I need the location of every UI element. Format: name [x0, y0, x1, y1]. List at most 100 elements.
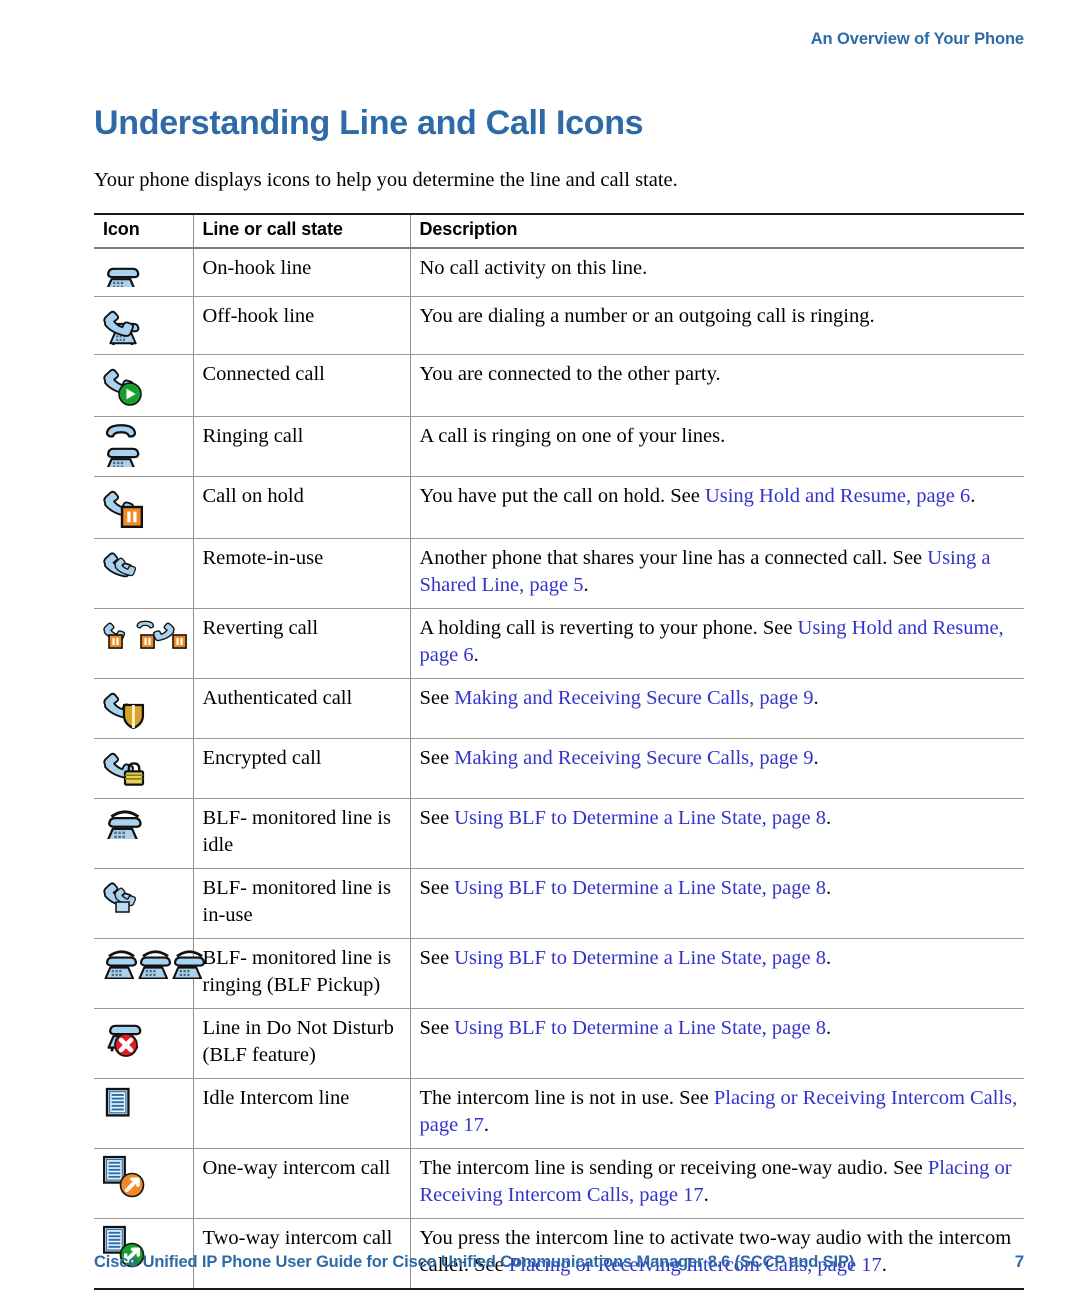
description-text: A holding call is reverting to your phon…	[419, 617, 798, 639]
description-cell: You are connected to the other party.	[410, 354, 1024, 417]
description-text: See	[419, 947, 455, 969]
description-text: .	[826, 807, 832, 829]
column-header-state: Line or call state	[193, 213, 411, 249]
do-not-disturb-line-icon	[103, 1015, 147, 1059]
cross-reference-link[interactable]: Using BLF to Determine a Line State, pag…	[454, 947, 826, 969]
icon-cell	[94, 296, 194, 355]
table-row: Connected call You are connected to the o…	[94, 354, 1024, 417]
blf-in-use-line-icon	[103, 875, 147, 917]
table-row: BLF- monitored line is in-use See Using B…	[94, 868, 1024, 939]
description-cell: See Using BLF to Determine a Line State,…	[410, 938, 1024, 1009]
table-row: Idle Intercom line The intercom line is n…	[94, 1078, 1024, 1149]
table-row: Encrypted call See Making and Receiving S…	[94, 738, 1024, 799]
description-text: See	[419, 687, 455, 709]
icon-cell	[94, 798, 194, 869]
page-title: Understanding Line and Call Icons	[94, 104, 644, 142]
line-or-call-state-cell: Authenticated call	[193, 678, 411, 739]
line-or-call-state-cell: BLF- monitored line is ringing (BLF Pick…	[193, 938, 411, 1009]
line-or-call-state-cell: Reverting call	[193, 608, 411, 679]
icon-cell	[94, 476, 194, 539]
table-row: BLF- monitored line is ringing (BLF Pick…	[94, 938, 1024, 1009]
table-row: Remote-in-use Another phone that shares y…	[94, 538, 1024, 609]
icon-cell	[94, 354, 194, 417]
description-cell: Another phone that shares your line has …	[410, 538, 1024, 609]
one-way-intercom-call-icon	[102, 1155, 147, 1199]
description-cell: You have put the call on hold. See Using…	[410, 476, 1024, 539]
line-or-call-state-cell: BLF- monitored line is idle	[193, 798, 411, 869]
description-text: .	[813, 747, 819, 769]
description-cell: No call activity on this line.	[410, 248, 1024, 297]
description-text: .	[813, 687, 819, 709]
line-or-call-state-cell: Call on hold	[193, 476, 411, 539]
table-row: Reverting call A holding call is revertin…	[94, 608, 1024, 679]
table-body: On-hook line No call activity on this lin…	[94, 248, 1024, 1290]
icon-cell	[94, 868, 194, 939]
description-text: .	[826, 1017, 832, 1039]
table-row: Call on hold You have put the call on hol…	[94, 476, 1024, 539]
icon-cell	[94, 1148, 194, 1219]
description-text: The intercom line is sending or receivin…	[419, 1157, 928, 1179]
line-or-call-state-cell: Idle Intercom line	[193, 1078, 411, 1149]
blf-ringing-line-icon	[103, 945, 209, 982]
line-or-call-state-cell: Ringing call	[193, 416, 411, 477]
description-cell: See Using BLF to Determine a Line State,…	[410, 1008, 1024, 1079]
on-hook-line-icon	[103, 255, 143, 295]
table-header-row: Icon Line or call state Description	[94, 213, 1024, 249]
icon-cell	[94, 248, 194, 297]
cross-reference-link[interactable]: Using BLF to Determine a Line State, pag…	[454, 1017, 826, 1039]
description-text: Another phone that shares your line has …	[419, 547, 928, 569]
encrypted-call-icon	[103, 745, 149, 789]
intro-paragraph: Your phone displays icons to help you de…	[94, 169, 678, 191]
line-or-call-state-cell: Remote-in-use	[193, 538, 411, 609]
description-cell: A call is ringing on one of your lines.	[410, 416, 1024, 477]
line-or-call-state-cell: Off-hook line	[193, 296, 411, 355]
page-footer: Cisco Unified IP Phone User Guide for Ci…	[94, 1252, 1024, 1272]
cross-reference-link[interactable]: Making and Receiving Secure Calls, page …	[454, 687, 813, 709]
description-text: .	[473, 644, 479, 666]
description-text: .	[826, 947, 832, 969]
description-text: No call activity on this line.	[419, 257, 648, 279]
description-cell: The intercom line is sending or receivin…	[410, 1148, 1024, 1219]
connected-call-icon	[103, 361, 147, 407]
icon-cell	[94, 738, 194, 799]
table-row: On-hook line No call activity on this lin…	[94, 248, 1024, 297]
icon-cell	[94, 538, 194, 609]
cross-reference-link[interactable]: Using BLF to Determine a Line State, pag…	[454, 807, 826, 829]
reverting-call-icon	[103, 615, 207, 659]
table-row: Off-hook line You are dialing a number or…	[94, 296, 1024, 355]
description-cell: You are dialing a number or an outgoing …	[410, 296, 1024, 355]
description-text: .	[826, 877, 832, 899]
table-row: One-way intercom call The intercom line i…	[94, 1148, 1024, 1219]
cross-reference-link[interactable]: Using Hold and Resume, page 6	[705, 485, 970, 507]
line-or-call-state-cell: Line in Do Not Disturb (BLF feature)	[193, 1008, 411, 1079]
description-cell: See Using BLF to Determine a Line State,…	[410, 868, 1024, 939]
icon-cell	[94, 678, 194, 739]
line-or-call-state-cell: Encrypted call	[193, 738, 411, 799]
table-row: Line in Do Not Disturb (BLF feature) See …	[94, 1008, 1024, 1079]
line-or-call-state-cell: One-way intercom call	[193, 1148, 411, 1219]
call-on-hold-icon	[103, 483, 147, 529]
remote-in-use-icon	[103, 545, 147, 587]
icon-cell	[94, 608, 194, 679]
description-text: A call is ringing on one of your lines.	[419, 425, 726, 447]
column-header-icon: Icon	[94, 213, 194, 249]
description-cell: See Making and Receiving Secure Calls, p…	[410, 738, 1024, 799]
table-row: Authenticated call See Making and Receivi…	[94, 678, 1024, 739]
cross-reference-link[interactable]: Making and Receiving Secure Calls, page …	[454, 747, 813, 769]
table-row: Ringing call A call is ringing on one of …	[94, 416, 1024, 477]
blf-idle-line-icon	[103, 805, 145, 845]
column-header-description: Description	[410, 213, 1024, 249]
description-text: .	[483, 1114, 489, 1136]
cross-reference-link[interactable]: Using BLF to Determine a Line State, pag…	[454, 877, 826, 899]
footer-document-title: Cisco Unified IP Phone User Guide for Ci…	[94, 1253, 855, 1271]
description-text: .	[970, 485, 976, 507]
off-hook-line-icon	[103, 303, 147, 347]
description-text: You are connected to the other party.	[419, 363, 721, 385]
idle-intercom-line-icon	[103, 1085, 137, 1119]
icon-cell	[94, 1078, 194, 1149]
line-or-call-state-cell: On-hook line	[193, 248, 411, 297]
ringing-call-icon	[103, 423, 143, 475]
description-cell: A holding call is reverting to your phon…	[410, 608, 1024, 679]
description-text: See	[419, 1017, 455, 1039]
table-row: BLF- monitored line is idle See Using BLF…	[94, 798, 1024, 869]
